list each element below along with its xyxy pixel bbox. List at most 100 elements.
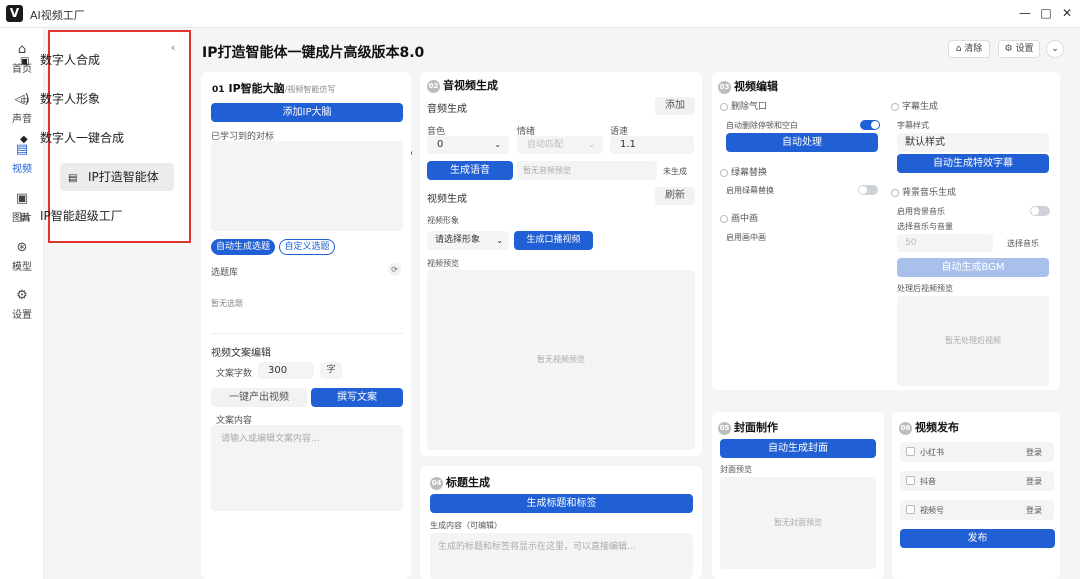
nav-item-settings[interactable]: ⚙ 设置 — [0, 284, 44, 330]
more-button[interactable]: ⌄ — [1046, 40, 1064, 58]
section-06-header: 06 视频发布 — [899, 419, 959, 435]
nav-label: 模型 — [12, 262, 32, 273]
nav-item-model[interactable]: ⊛ 模型 — [0, 236, 44, 282]
enable-bgm-label: 启用背景音乐 — [897, 207, 945, 216]
custom-topic-button[interactable]: 自定义选题 — [279, 239, 335, 255]
not-generated-status: 未生成 — [663, 167, 687, 176]
word-unit: 字 — [320, 362, 342, 379]
nav-label: 视频 — [12, 164, 32, 175]
no-processed-text: 暂无处理后视频 — [945, 336, 1001, 345]
bgm-toggle[interactable] — [1030, 206, 1050, 216]
submenu-item-ip-agent[interactable]: ▤ IP打造智能体 — [60, 163, 174, 191]
divider — [211, 333, 403, 334]
platform-name: 抖音 — [920, 477, 936, 486]
speed-input[interactable]: 1.1 — [610, 136, 694, 154]
submenu-label: 数字人合成 — [40, 53, 101, 67]
video-gen-label: 视频生成 — [427, 194, 467, 205]
gen-talking-video-button[interactable]: 生成口播视频 — [514, 231, 593, 250]
radio-icon[interactable] — [720, 102, 728, 111]
login-button[interactable]: 登录 — [1026, 505, 1042, 516]
section-number: 02 — [427, 79, 440, 93]
no-cover-text: 暂无封面预览 — [774, 518, 822, 527]
timbre-value: 0 — [437, 139, 444, 150]
emotion-value: 自动匹配 — [527, 140, 564, 150]
green-replace-text: 绿幕替换 — [731, 168, 768, 178]
add-ip-brain-button[interactable]: 添加IP大脑 — [211, 103, 403, 122]
login-button[interactable]: 登录 — [1026, 447, 1042, 458]
auto-topic-button[interactable]: 自动生成选题 — [211, 239, 275, 255]
cover-preview-label: 封面预览 — [720, 465, 752, 474]
publish-panel — [892, 412, 1060, 579]
maximize-button[interactable]: □ — [1039, 6, 1053, 20]
gen-title-button[interactable]: 生成标题和标签 — [430, 494, 693, 513]
auto-bgm-button[interactable]: 自动生成BGM — [897, 258, 1049, 277]
gear-icon: ⚙ — [1004, 44, 1016, 54]
figure-select[interactable]: 请选择形象 ⌄ — [427, 231, 509, 250]
gen-voice-button[interactable]: 生成语音 — [427, 161, 513, 180]
checkbox[interactable] — [906, 476, 915, 485]
processed-preview-label: 处理后视频预览 — [897, 284, 953, 293]
bgm-gen-label: 背景音乐生成 — [891, 185, 956, 198]
app-logo: V — [6, 5, 23, 22]
choose-music-button[interactable]: 选择音乐 — [1007, 238, 1039, 249]
refresh-icon[interactable]: ⟳ — [388, 263, 401, 276]
audio-gen-label: 音频生成 — [427, 104, 467, 115]
copy-content-textarea[interactable]: 请输入或编辑文案内容... — [211, 425, 403, 511]
video-preview: 暂无视频预览 — [427, 270, 695, 450]
radio-icon[interactable] — [891, 188, 899, 197]
minimize-button[interactable]: — — [1018, 6, 1032, 20]
close-button[interactable]: ✕ — [1060, 6, 1074, 20]
green-screen-toggle[interactable] — [858, 185, 878, 195]
collapse-icon[interactable]: ‹ — [171, 41, 175, 54]
platform-name: 小红书 — [920, 448, 944, 457]
timbre-select[interactable]: 0 ⌄ — [427, 136, 509, 154]
auto-subtitle-button[interactable]: 自动生成特效字幕 — [897, 154, 1049, 173]
write-copy-button[interactable]: 撰写文案 — [311, 388, 403, 407]
word-count-input[interactable]: 300 — [258, 362, 314, 379]
radio-icon[interactable] — [720, 168, 728, 177]
one-click-video-button[interactable]: 一键产出视频 — [211, 388, 307, 407]
auto-remove-label: 自动删除停顿和空白 — [726, 121, 798, 130]
processed-video-preview: 暂无处理后视频 — [897, 296, 1049, 386]
emotion-select[interactable]: 自动匹配 ⌄ — [517, 136, 603, 154]
platform-row: 视频号 登录 — [900, 500, 1054, 520]
title-content-textarea[interactable]: 生成的标题和标签将显示在这里，可以直接编辑... — [430, 533, 693, 579]
publish-button[interactable]: 发布 — [900, 529, 1055, 548]
remove-breath-text: 删除气口 — [731, 102, 768, 112]
submenu-item-digital-human[interactable]: ▣ 数字人合成 — [12, 46, 136, 74]
submenu-item-one-click[interactable]: ◆ 数字人一键合成 — [12, 124, 136, 152]
auto-remove-toggle[interactable] — [860, 120, 880, 130]
learned-list[interactable] — [211, 141, 403, 231]
clear-label: 清除 — [964, 44, 983, 54]
add-audio-button[interactable]: 添加 — [655, 97, 695, 115]
pip-text: 画中画 — [731, 214, 759, 224]
figure-label: 视频形象 — [427, 216, 459, 225]
word-count-label: 文案字数 — [216, 369, 253, 379]
auto-process-button[interactable]: 自动处理 — [726, 133, 878, 152]
submenu-item-ip-factory[interactable]: ▤ IP智能超级工厂 — [12, 202, 136, 230]
refresh-button[interactable]: 刷新 — [655, 187, 695, 205]
settings-button[interactable]: ⚙ 设置 — [998, 40, 1040, 58]
enable-green-label: 启用绿幕替换 — [726, 186, 774, 195]
cover-preview: 暂无封面预览 — [720, 477, 876, 569]
content-placeholder: 请输入或编辑文案内容... — [221, 434, 320, 444]
login-button[interactable]: 登录 — [1026, 476, 1042, 487]
title-bar — [0, 0, 1080, 28]
title-placeholder: 生成的标题和标签将显示在这里，可以直接编辑... — [438, 542, 636, 552]
radio-icon[interactable] — [891, 102, 899, 111]
clear-button[interactable]: ⌂ 清除 — [948, 40, 990, 58]
auto-cover-button[interactable]: 自动生成封面 — [720, 439, 876, 458]
submenu-item-avatar[interactable]: ▭ 数字人形象 — [12, 85, 136, 113]
bgm-volume-input[interactable]: 50 — [897, 234, 993, 252]
section-number: 05 — [718, 421, 731, 435]
section-01-header: 01 IP智能大脑/视频智能仿写 — [212, 80, 335, 96]
checkbox[interactable] — [906, 505, 915, 514]
checkbox[interactable] — [906, 447, 915, 456]
section-number: 01 — [212, 85, 225, 95]
compose-icon: ▣ — [20, 56, 30, 67]
subtitle-style-select[interactable]: 默认样式 — [897, 133, 1049, 152]
radio-icon[interactable] — [720, 214, 728, 223]
subtitle-gen-label: 字幕生成 — [891, 99, 938, 112]
chevron-down-icon: ⌄ — [494, 140, 501, 149]
bolt-icon: ◆ — [20, 134, 28, 145]
